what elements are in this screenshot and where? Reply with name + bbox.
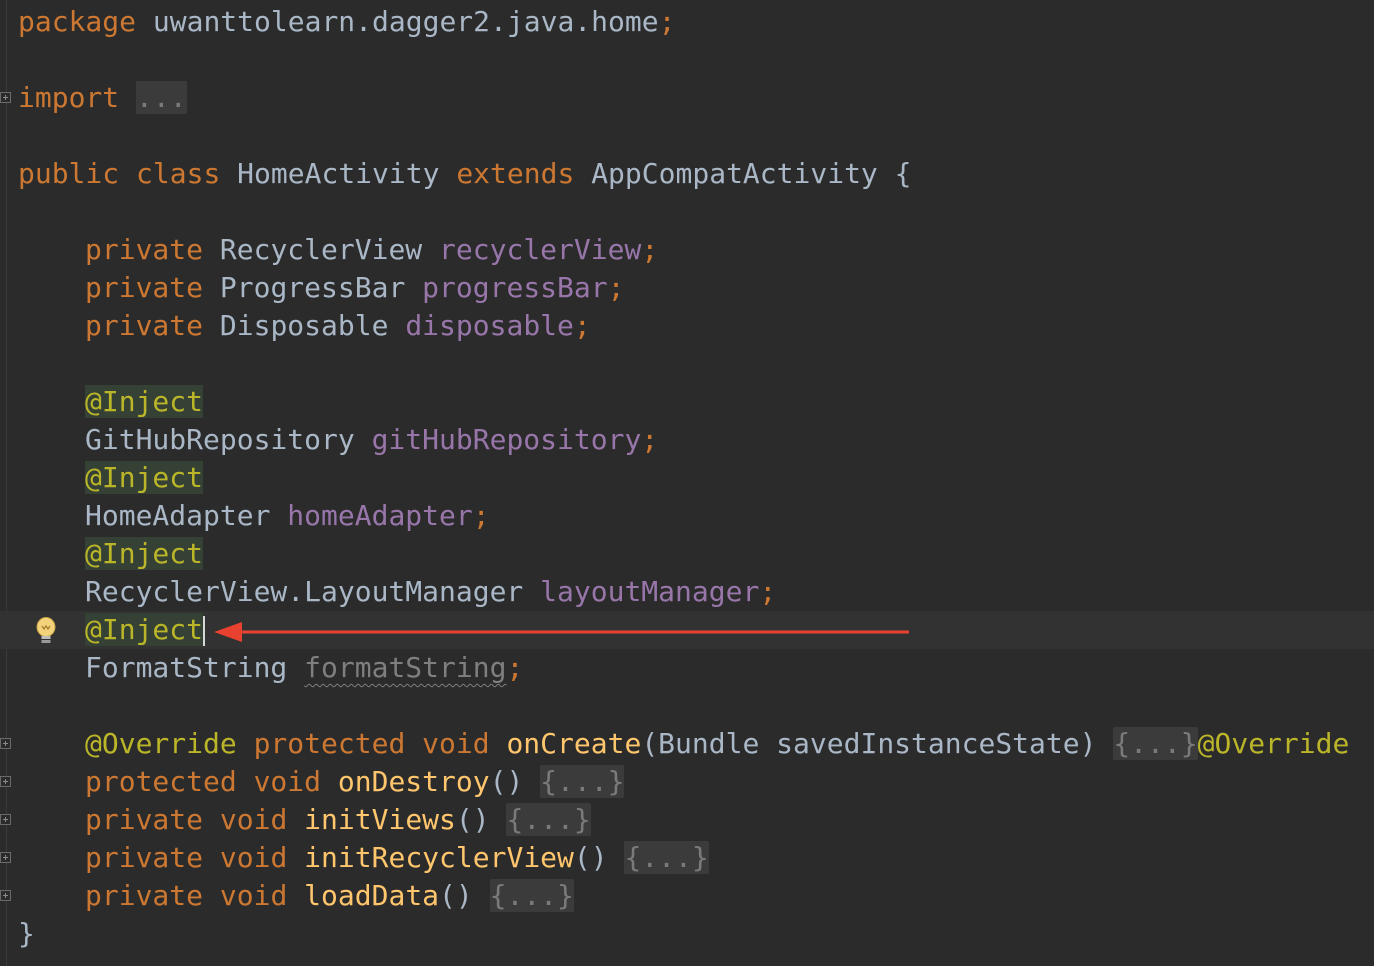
semicolon: ;: [472, 499, 490, 532]
method-name: loadData: [304, 879, 440, 912]
code-line-method[interactable]: @Override protected void onCreate(Bundle…: [0, 725, 1374, 763]
inject-annotation: @Inject: [85, 613, 204, 646]
text-caret: [203, 616, 206, 646]
field-type: GitHubRepository: [85, 423, 355, 456]
code-line-field[interactable]: private Disposable disposable;: [0, 307, 1374, 345]
semicolon: ;: [759, 575, 777, 608]
method-params: (): [573, 841, 608, 874]
field-name: disposable: [405, 309, 574, 342]
method-name: initRecyclerView: [304, 841, 574, 874]
method-params: (): [489, 765, 524, 798]
code-line-injected-field[interactable]: HomeAdapter homeAdapter;: [0, 497, 1374, 535]
method-fold[interactable]: {...}: [506, 803, 591, 836]
import-keyword: import: [18, 81, 120, 114]
modifier-keyword: protected: [85, 765, 237, 798]
modifier-keyword: private: [85, 841, 204, 874]
private-keyword: private: [85, 271, 204, 304]
import-fold[interactable]: ...: [136, 81, 187, 114]
semicolon: ;: [506, 651, 524, 684]
fold-plus-icon[interactable]: [0, 738, 11, 749]
void-keyword: void: [219, 879, 288, 912]
protected-keyword: protected: [253, 727, 406, 760]
fold-plus-icon[interactable]: [0, 776, 11, 787]
open-brace: {: [894, 157, 912, 190]
code-line-annotation[interactable]: @Inject: [0, 383, 1374, 421]
method-name: onCreate: [506, 727, 642, 760]
package-name: uwanttolearn.dagger2.java.home: [152, 5, 659, 38]
code-line-class-declaration[interactable]: public class HomeActivity extends AppCom…: [0, 155, 1374, 193]
void-keyword: void: [253, 765, 322, 798]
field-type: RecyclerView.LayoutManager: [85, 575, 524, 608]
public-keyword: public: [18, 157, 120, 190]
method-params: (): [455, 803, 490, 836]
field-name: recyclerView: [439, 233, 642, 266]
semicolon: ;: [658, 5, 676, 38]
lightbulb-icon[interactable]: [33, 616, 59, 646]
semicolon: ;: [573, 309, 591, 342]
modifier-keyword: private: [85, 879, 204, 912]
fold-plus-icon[interactable]: [0, 92, 11, 103]
method-fold[interactable]: {...}: [489, 879, 574, 912]
semicolon: ;: [641, 423, 659, 456]
method-name: onDestroy: [337, 765, 490, 798]
method-fold[interactable]: {...}: [540, 765, 625, 798]
red-arrow: [214, 622, 909, 642]
fold-plus-icon[interactable]: [0, 814, 11, 825]
super-class: AppCompatActivity: [591, 157, 878, 190]
semicolon: ;: [641, 233, 659, 266]
code-line-method[interactable]: private void loadData() {...}: [0, 877, 1374, 915]
code-line-injected-field[interactable]: RecyclerView.LayoutManager layoutManager…: [0, 573, 1374, 611]
void-keyword: void: [219, 841, 288, 874]
inject-annotation: @Inject: [85, 385, 204, 418]
field-type: Disposable: [219, 309, 389, 342]
field-type: FormatString: [85, 651, 288, 684]
code-line-field[interactable]: private ProgressBar progressBar;: [0, 269, 1374, 307]
field-type: ProgressBar: [219, 271, 406, 304]
inject-annotation: @Inject: [85, 537, 204, 570]
code-line-package[interactable]: package uwanttolearn.dagger2.java.home;: [0, 3, 1374, 41]
semicolon: ;: [607, 271, 625, 304]
code-line-import[interactable]: import ...: [0, 79, 1374, 117]
override-annotation: @Override: [85, 727, 237, 760]
code-line-method[interactable]: private void initRecyclerView() {...}: [0, 839, 1374, 877]
code-line-method[interactable]: private void initViews() {...}: [0, 801, 1374, 839]
code-line-annotation[interactable]: @Inject: [0, 459, 1374, 497]
code-editor[interactable]: package uwanttolearn.dagger2.java.home; …: [0, 0, 1374, 966]
field-name: homeAdapter: [287, 499, 473, 532]
field-name: layoutManager: [540, 575, 760, 608]
unused-field-name: formatString: [304, 651, 507, 684]
method-params: (Bundle savedInstanceState): [641, 727, 1097, 760]
fold-plus-icon[interactable]: [0, 890, 11, 901]
modifier-keyword: private: [85, 803, 204, 836]
inject-annotation: @Inject: [85, 461, 204, 494]
private-keyword: private: [85, 309, 204, 342]
extends-keyword: extends: [456, 157, 575, 190]
class-name: HomeActivity: [237, 157, 440, 190]
code-line-annotation[interactable]: @Inject: [0, 535, 1374, 573]
close-brace: }: [18, 917, 35, 950]
code-line-field[interactable]: private RecyclerView recyclerView;: [0, 231, 1374, 269]
code-line-injected-field[interactable]: FormatString formatString;: [0, 649, 1374, 687]
package-keyword: package: [18, 5, 137, 38]
code-line-closing-brace[interactable]: }: [0, 915, 1374, 953]
field-name: gitHubRepository: [371, 423, 642, 456]
private-keyword: private: [85, 233, 204, 266]
method-params: (): [439, 879, 473, 912]
method-fold[interactable]: {...}: [624, 841, 709, 874]
code-line-injected-field[interactable]: GitHubRepository gitHubRepository;: [0, 421, 1374, 459]
method-name: initViews: [304, 803, 456, 836]
code-line-method[interactable]: protected void onDestroy() {...}: [0, 763, 1374, 801]
fold-plus-icon[interactable]: [0, 852, 11, 863]
field-type: HomeAdapter: [85, 499, 271, 532]
void-keyword: void: [219, 803, 288, 836]
class-keyword: class: [136, 157, 221, 190]
method-fold[interactable]: {...}: [1113, 727, 1198, 760]
field-name: progressBar: [422, 271, 608, 304]
override-annotation: @Override: [1197, 727, 1350, 760]
void-keyword: void: [422, 727, 490, 760]
field-type: RecyclerView: [219, 233, 423, 266]
